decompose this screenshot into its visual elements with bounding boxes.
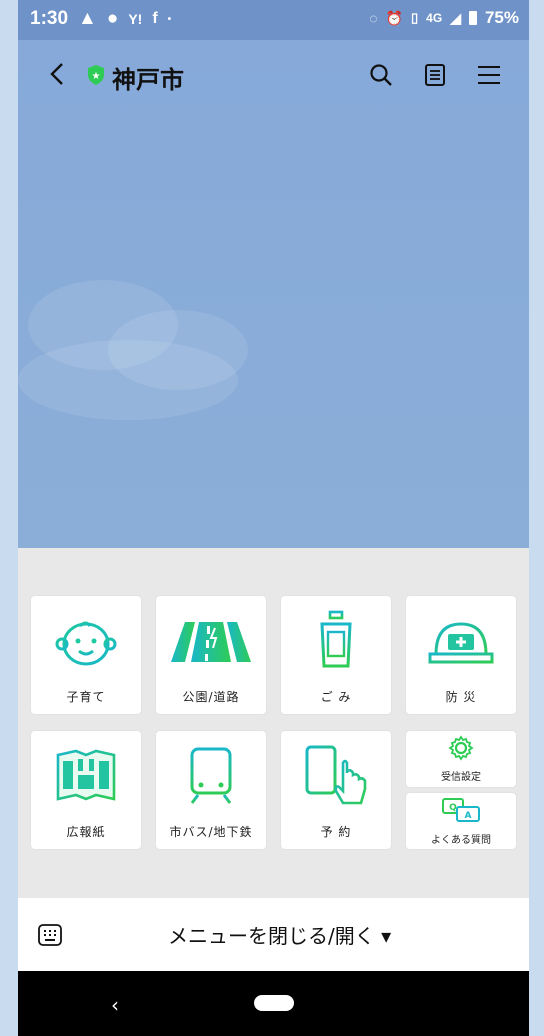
- menu-tile-label: 広報紙: [66, 825, 106, 839]
- status-bar: 1:30 ▲ ● Y! f • ◌ ⏰ ▯ 4G ◢ 75%: [18, 0, 529, 40]
- menu-toggle-label[interactable]: メニューを閉じる/開く ▾: [168, 920, 391, 949]
- phone-screen: 1:30 ▲ ● Y! f • ◌ ⏰ ▯ 4G ◢ 75% ★ 神戸市 子育て…: [18, 0, 529, 1036]
- gear-icon: [448, 735, 474, 761]
- svg-text:A: A: [465, 811, 472, 821]
- menu-tile-label: 公園/道路: [182, 690, 240, 704]
- vibrate-icon: ▯: [411, 10, 419, 25]
- menu-tile-label: 受信設定: [441, 772, 481, 783]
- status-time: 1:30: [30, 8, 69, 29]
- hamburger-menu-icon[interactable]: [476, 62, 502, 88]
- verified-shield-icon: ★: [88, 65, 104, 85]
- menu-tile-garbage[interactable]: ご み: [281, 596, 391, 714]
- battery-icon: [468, 11, 477, 25]
- menu-tile-newsletter[interactable]: 広報紙: [31, 731, 141, 849]
- facebook-icon: f: [152, 10, 158, 27]
- dot-icon: •: [167, 13, 172, 25]
- menu-tile-reservation[interactable]: 予 約: [281, 731, 391, 849]
- menu-tile-bus-subway[interactable]: 市バス/地下鉄: [156, 731, 266, 849]
- system-nav-bar: ‹: [18, 971, 529, 1036]
- nav-back-icon[interactable]: ‹: [111, 993, 119, 1017]
- back-arrow-icon[interactable]: [44, 60, 72, 88]
- warning-icon: ▲: [78, 8, 97, 29]
- alarm-icon: ⏰: [385, 9, 404, 26]
- phone-tap-icon: [305, 745, 367, 805]
- qa-icon: Q A: [442, 798, 480, 822]
- menu-tile-label: よくある質問: [431, 835, 491, 846]
- cloud-decoration: [18, 340, 238, 420]
- rich-menu: 子育て 公園/道路 ご み 防 災 広報紙 市バス/地下鉄 予 約 受信設定 Q…: [18, 548, 529, 898]
- menu-tile-childcare[interactable]: 子育て: [31, 596, 141, 714]
- menu-tile-label: 防 災: [445, 690, 477, 704]
- menu-tile-label: 子育て: [66, 690, 106, 704]
- page-title: 神戸市: [112, 66, 184, 94]
- menu-tile-parks-roads[interactable]: 公園/道路: [156, 596, 266, 714]
- train-icon: [188, 747, 234, 804]
- menu-tile-notification-settings[interactable]: 受信設定: [406, 731, 516, 787]
- nfc-icon: ◌: [369, 10, 378, 26]
- menu-tile-label: 予 約: [320, 825, 352, 839]
- menu-tile-label: ご み: [320, 690, 352, 704]
- nav-home-pill[interactable]: [254, 995, 294, 1011]
- road-icon: [171, 622, 251, 662]
- newspaper-icon: [56, 749, 116, 801]
- chat-bubble-icon: ●: [106, 8, 119, 29]
- notes-icon[interactable]: [422, 62, 448, 88]
- menu-tile-disaster-prevention[interactable]: 防 災: [406, 596, 516, 714]
- network-label: 4G: [426, 11, 443, 25]
- baby-face-icon: [55, 621, 117, 666]
- svg-text:Q: Q: [449, 803, 457, 813]
- yahoo-icon: Y!: [128, 11, 143, 27]
- chat-background: [18, 40, 529, 548]
- trash-can-icon: [318, 610, 354, 668]
- app-bar: ★ 神戸市: [18, 40, 529, 110]
- helmet-icon: [428, 622, 494, 664]
- keyboard-icon[interactable]: [38, 924, 62, 946]
- menu-tile-faq[interactable]: Q A よくある質問: [406, 793, 516, 849]
- menu-tile-label: 市バス/地下鉄: [169, 825, 253, 839]
- signal-icon: ◢: [450, 9, 461, 26]
- battery-percent: 75%: [484, 8, 519, 27]
- search-icon[interactable]: [368, 62, 394, 88]
- menu-toggle-bar[interactable]: メニューを閉じる/開く ▾: [18, 898, 529, 971]
- svg-text:★: ★: [92, 71, 101, 82]
